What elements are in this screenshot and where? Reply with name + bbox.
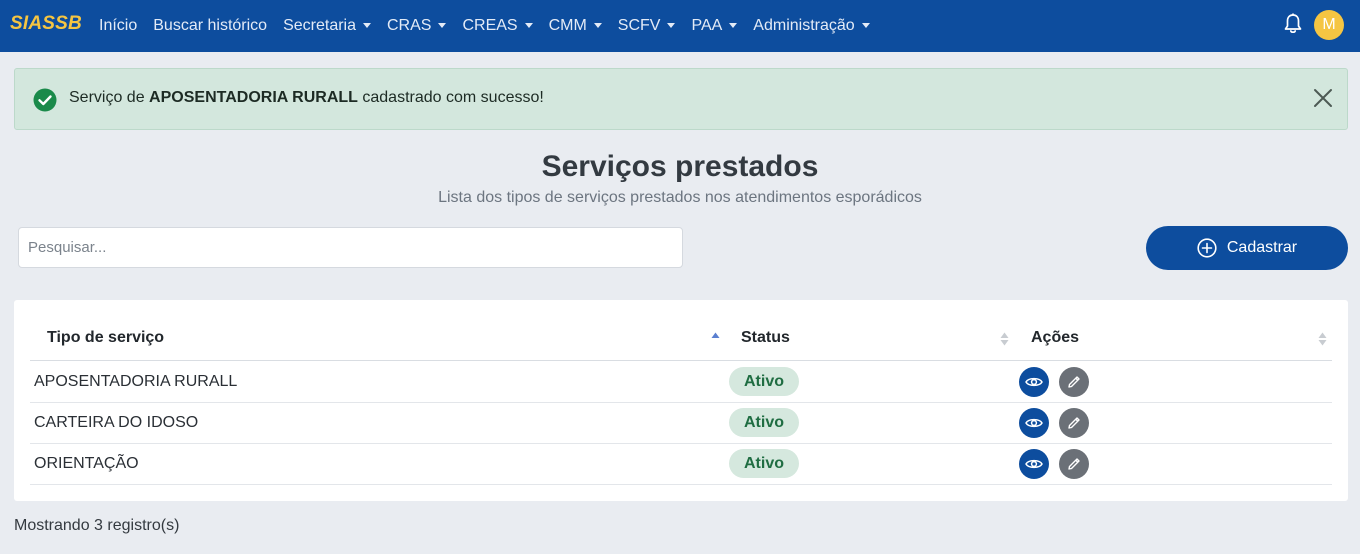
alert-prefix: Serviço de [69,89,150,106]
pencil-icon [1068,417,1080,429]
nav-label: SCFV [617,17,661,34]
nav-label: CREAS [462,17,518,34]
nav-label: Administração [753,17,855,34]
close-icon[interactable] [1313,88,1333,108]
status-badge: Ativo [729,367,799,396]
user-avatar[interactable]: M [1314,10,1344,40]
nav-label: Buscar histórico [153,17,268,34]
plus-circle-icon [1197,238,1217,258]
caret-down-icon [593,22,602,28]
edit-button[interactable] [1059,367,1089,397]
nav-label: CMM [548,17,587,34]
success-alert: Serviço de APOSENTADORIA RURALL cadastra… [14,68,1348,130]
alert-service-name: APOSENTADORIA RURALL [149,89,358,106]
edit-button[interactable] [1059,449,1089,479]
page-title: Serviços prestados [541,150,819,183]
nav-menu: Início Buscar histórico Secretaria CRAS … [99,0,886,52]
nav-item-creas[interactable]: CREAS [462,17,533,35]
nav-item-secretaria[interactable]: Secretaria [283,17,371,35]
row-divider [30,484,1332,485]
view-button[interactable] [1019,367,1049,397]
header-divider [30,360,1332,361]
edit-button[interactable] [1059,408,1089,438]
row-divider [30,443,1332,444]
page-subtitle: Lista dos tipos de serviços prestados no… [438,189,922,206]
sort-icon[interactable] [1318,331,1327,347]
nav-item-cmm[interactable]: CMM [549,17,602,35]
records-count: Mostrando 3 registro(s) [14,517,180,534]
column-header-status[interactable]: Status [741,329,790,347]
nav-label: CRAS [387,17,432,34]
nav-label: Secretaria [283,17,356,34]
alert-suffix: cadastrado com sucesso! [357,89,544,106]
row-divider [30,402,1332,403]
alert-message: Serviço de APOSENTADORIA RURALL cadastra… [69,89,544,107]
status-badge: Ativo [729,408,799,437]
nav-item-cras[interactable]: CRAS [387,17,447,35]
caret-down-icon [667,22,676,28]
top-navbar: SIASSB Início Buscar histórico Secretari… [0,0,1360,52]
column-header-acoes[interactable]: Ações [1031,329,1079,347]
eye-icon [1025,459,1043,469]
nav-item-paa[interactable]: PAA [691,17,738,35]
table-row-tipo: APOSENTADORIA RURALL [34,373,238,390]
nav-item-buscar-historico[interactable]: Buscar histórico [153,17,267,35]
bell-icon[interactable] [1283,13,1303,35]
nav-item-administracao[interactable]: Administração [753,17,870,35]
brand-logo[interactable]: SIASSB [10,13,82,35]
table-row-tipo: CARTEIRA DO IDOSO [34,414,199,431]
caret-down-icon [363,22,371,28]
table-row-tipo: ORIENTAÇÃO [34,455,139,472]
pencil-icon [1068,458,1080,470]
caret-down-icon [729,22,738,28]
nav-label: PAA [691,17,723,34]
sort-icon[interactable] [1000,331,1009,347]
caret-down-icon [524,22,533,28]
cadastrar-button[interactable]: Cadastrar [1146,226,1348,270]
caret-down-icon [438,22,447,28]
nav-item-scfv[interactable]: SCFV [618,17,676,35]
pencil-icon [1068,376,1080,388]
view-button[interactable] [1019,408,1049,438]
check-circle-icon [33,88,57,112]
cadastrar-label: Cadastrar [1226,239,1298,256]
status-badge: Ativo [729,449,799,478]
view-button[interactable] [1019,449,1049,479]
eye-icon [1025,377,1043,387]
search-input[interactable] [18,227,683,268]
column-header-tipo[interactable]: Tipo de serviço [47,329,164,347]
eye-icon [1025,418,1043,428]
nav-item-inicio[interactable]: Início [99,17,137,35]
caret-down-icon [861,22,870,28]
nav-label: Início [99,17,138,34]
sort-asc-icon[interactable] [711,331,720,347]
services-table: Tipo de serviço Status Ações APOSENTADOR… [14,300,1348,501]
